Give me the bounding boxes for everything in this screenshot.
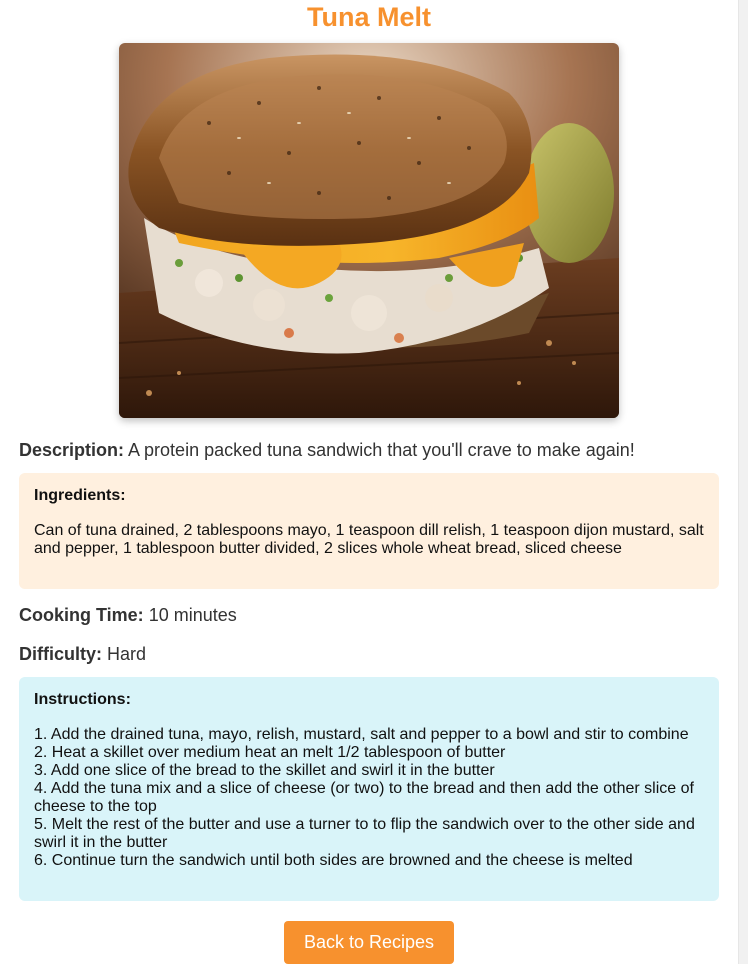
difficulty-value: Hard — [107, 644, 147, 664]
cooking-time-label: Cooking Time: — [19, 605, 144, 625]
instructions-box: Instructions: 1. Add the drained tuna, m… — [19, 677, 719, 901]
instructions-heading: Instructions: — [34, 691, 131, 708]
ingredients-box: Ingredients: Can of tuna drained, 2 tabl… — [19, 473, 719, 589]
description-text: A protein packed tuna sandwich that you'… — [128, 440, 635, 460]
back-to-recipes-button[interactable]: Back to Recipes — [284, 921, 454, 964]
difficulty-label: Difficulty: — [19, 644, 102, 664]
tuna-melt-image — [119, 43, 619, 418]
cooking-time-value: 10 minutes — [148, 605, 237, 625]
recipe-page: Tuna Melt Description: A protein packed … — [0, 0, 738, 964]
page-title: Tuna Melt — [307, 2, 431, 32]
description-label: Description: — [19, 440, 125, 460]
page-scrollbar[interactable] — [738, 0, 748, 964]
description-row: Description: A protein packed tuna sandw… — [19, 440, 635, 461]
ingredients-text: Can of tuna drained, 2 tablespoons mayo,… — [34, 522, 704, 557]
ingredients-heading: Ingredients: — [34, 487, 126, 504]
cooking-time-row: Cooking Time: 10 minutes — [19, 605, 237, 626]
instructions-text: 1. Add the drained tuna, mayo, relish, m… — [34, 726, 695, 869]
difficulty-row: Difficulty: Hard — [19, 644, 146, 665]
recipe-photo — [119, 43, 619, 418]
